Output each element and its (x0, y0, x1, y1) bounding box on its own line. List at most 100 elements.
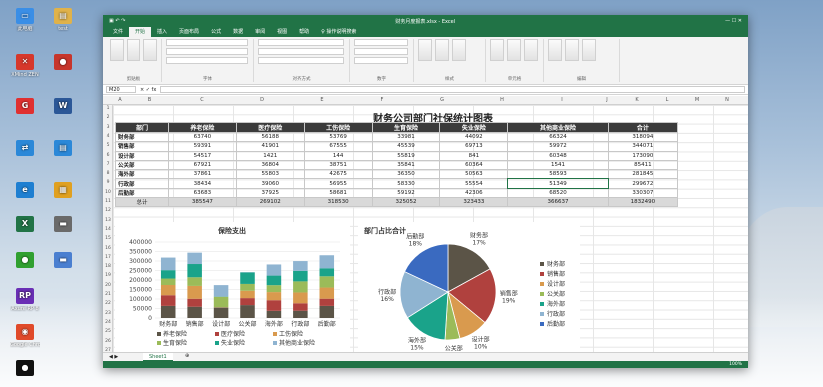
column-header[interactable]: E (292, 97, 352, 103)
ribbon-tab[interactable]: 开始 (129, 27, 152, 37)
bar-segment[interactable] (293, 270, 308, 282)
total-cell[interactable]: 318530 (303, 197, 373, 208)
column-header[interactable]: B (127, 97, 172, 103)
table-cell[interactable]: 55819 (371, 150, 441, 161)
table-cell[interactable]: 59192 (371, 187, 441, 199)
column-header[interactable]: A (113, 97, 127, 103)
ribbon-button[interactable] (524, 39, 538, 61)
bar-segment[interactable] (240, 272, 255, 284)
row-header[interactable]: 21 (103, 292, 113, 297)
bar-segment[interactable] (213, 307, 229, 318)
total-cell[interactable]: 269102 (235, 197, 305, 208)
desktop-icon[interactable]: ▬ (48, 216, 78, 234)
bar-segment[interactable] (160, 257, 176, 271)
table-cell[interactable]: 841 (439, 150, 509, 161)
ribbon-tab[interactable]: 帮助 (293, 27, 315, 37)
row-header[interactable]: 18 (103, 264, 113, 269)
desktop-icon[interactable]: ● (48, 54, 78, 72)
row-header[interactable]: 23 (103, 311, 113, 316)
bar-segment[interactable] (266, 264, 282, 276)
table-cell[interactable]: 60364 (439, 159, 509, 171)
ribbon-tab[interactable]: 页面布局 (173, 27, 205, 37)
table-cell[interactable]: 55554 (439, 178, 509, 189)
bar-segment[interactable] (187, 277, 202, 286)
table-cell[interactable]: 68520 (507, 187, 609, 199)
bar-segment[interactable] (293, 303, 308, 311)
column-header[interactable]: G (412, 97, 472, 103)
ribbon-tab[interactable]: ♀ 操作说明搜索 (315, 27, 362, 37)
column-header[interactable]: J (592, 97, 622, 103)
bar-segment[interactable] (319, 298, 335, 306)
ribbon-button[interactable] (166, 48, 248, 55)
table-cell[interactable]: 后勤部 (115, 187, 169, 199)
row-header[interactable]: 13 (103, 218, 113, 223)
row-header[interactable]: 2 (103, 115, 113, 120)
row-header[interactable]: 22 (103, 301, 113, 306)
ribbon-button[interactable] (258, 39, 344, 46)
row-header[interactable]: 11 (103, 199, 113, 204)
table-cell[interactable]: 38434 (167, 178, 237, 189)
row-header[interactable]: 12 (103, 208, 113, 213)
table-cell[interactable]: 53769 (303, 131, 373, 143)
table-cell[interactable]: 51349 (506, 177, 610, 190)
bar-segment[interactable] (319, 305, 335, 318)
table-cell[interactable]: 37925 (235, 187, 305, 199)
desktop-icon[interactable]: ⇄ (10, 140, 40, 158)
desktop-icon[interactable]: RP Axure RP 8 (10, 288, 40, 312)
column-header[interactable]: F (352, 97, 412, 103)
table-cell[interactable]: 39060 (235, 178, 305, 189)
bar-chart[interactable]: 保险支出 0 50000 100000 150000 200000 250000 300000… (115, 222, 350, 352)
ribbon-button[interactable] (166, 57, 248, 64)
table-cell[interactable]: 33981 (371, 131, 441, 143)
table-cell[interactable]: 海外部 (115, 169, 169, 180)
table-cell[interactable]: 35841 (371, 159, 441, 171)
table-cell[interactable]: 36804 (235, 159, 305, 171)
bar-segment[interactable] (293, 261, 308, 271)
desktop-icon[interactable]: ▤ (48, 140, 78, 158)
row-header[interactable]: 4 (103, 134, 113, 139)
row-header[interactable]: 1 (103, 106, 113, 111)
ribbon-button[interactable] (258, 57, 344, 64)
table-cell[interactable]: 58681 (303, 187, 373, 199)
formula-input[interactable] (160, 86, 745, 93)
ribbon-button[interactable] (354, 39, 408, 46)
bar-segment[interactable] (187, 306, 202, 318)
table-cell[interactable]: 行政部 (115, 178, 169, 189)
desktop-icon[interactable]: X (10, 216, 40, 234)
total-cell[interactable]: 323433 (439, 197, 509, 208)
sheet-nav-icon[interactable]: ◀ ▶ (109, 354, 118, 360)
table-cell[interactable]: 公关部 (115, 159, 169, 171)
column-header[interactable]: L (652, 97, 682, 103)
bar-segment[interactable] (187, 285, 202, 299)
ribbon-button[interactable] (582, 39, 596, 61)
ribbon-button[interactable] (490, 39, 504, 61)
bar-segment[interactable] (266, 300, 282, 311)
ribbon-button[interactable] (166, 39, 248, 46)
desktop-icon[interactable]: ▬ (48, 252, 78, 270)
table-cell[interactable]: 59972 (507, 141, 609, 152)
table-cell[interactable]: 财务部 (115, 131, 169, 143)
bar-segment[interactable] (160, 270, 176, 279)
column-header[interactable]: O (742, 97, 748, 103)
table-cell[interactable]: 69713 (439, 141, 509, 152)
table-cell[interactable]: 37861 (167, 169, 237, 180)
total-cell[interactable]: 1832490 (607, 197, 679, 208)
bar-segment[interactable] (266, 275, 282, 286)
bar-segment[interactable] (160, 295, 176, 306)
desktop-icon[interactable]: W (48, 98, 78, 116)
table-cell[interactable]: 42306 (439, 187, 509, 199)
table-cell[interactable]: 63740 (167, 131, 237, 143)
table-cell[interactable]: 42675 (303, 169, 373, 180)
row-header[interactable]: 25 (103, 329, 113, 334)
column-header[interactable]: C (172, 97, 232, 103)
save-icon[interactable]: ▣ ↶ ↷ (109, 18, 125, 24)
table-cell[interactable]: 1421 (235, 150, 305, 161)
row-header[interactable]: 10 (103, 190, 113, 195)
desktop-icon[interactable]: ▦ (48, 182, 78, 200)
bar-segment[interactable] (293, 281, 308, 293)
desktop-icon[interactable]: ▤ test (48, 8, 78, 32)
ribbon-tab[interactable]: 数据 (227, 27, 249, 37)
ribbon-button[interactable] (452, 39, 466, 61)
bar-segment[interactable] (187, 252, 202, 265)
row-header[interactable]: 7 (103, 162, 113, 167)
